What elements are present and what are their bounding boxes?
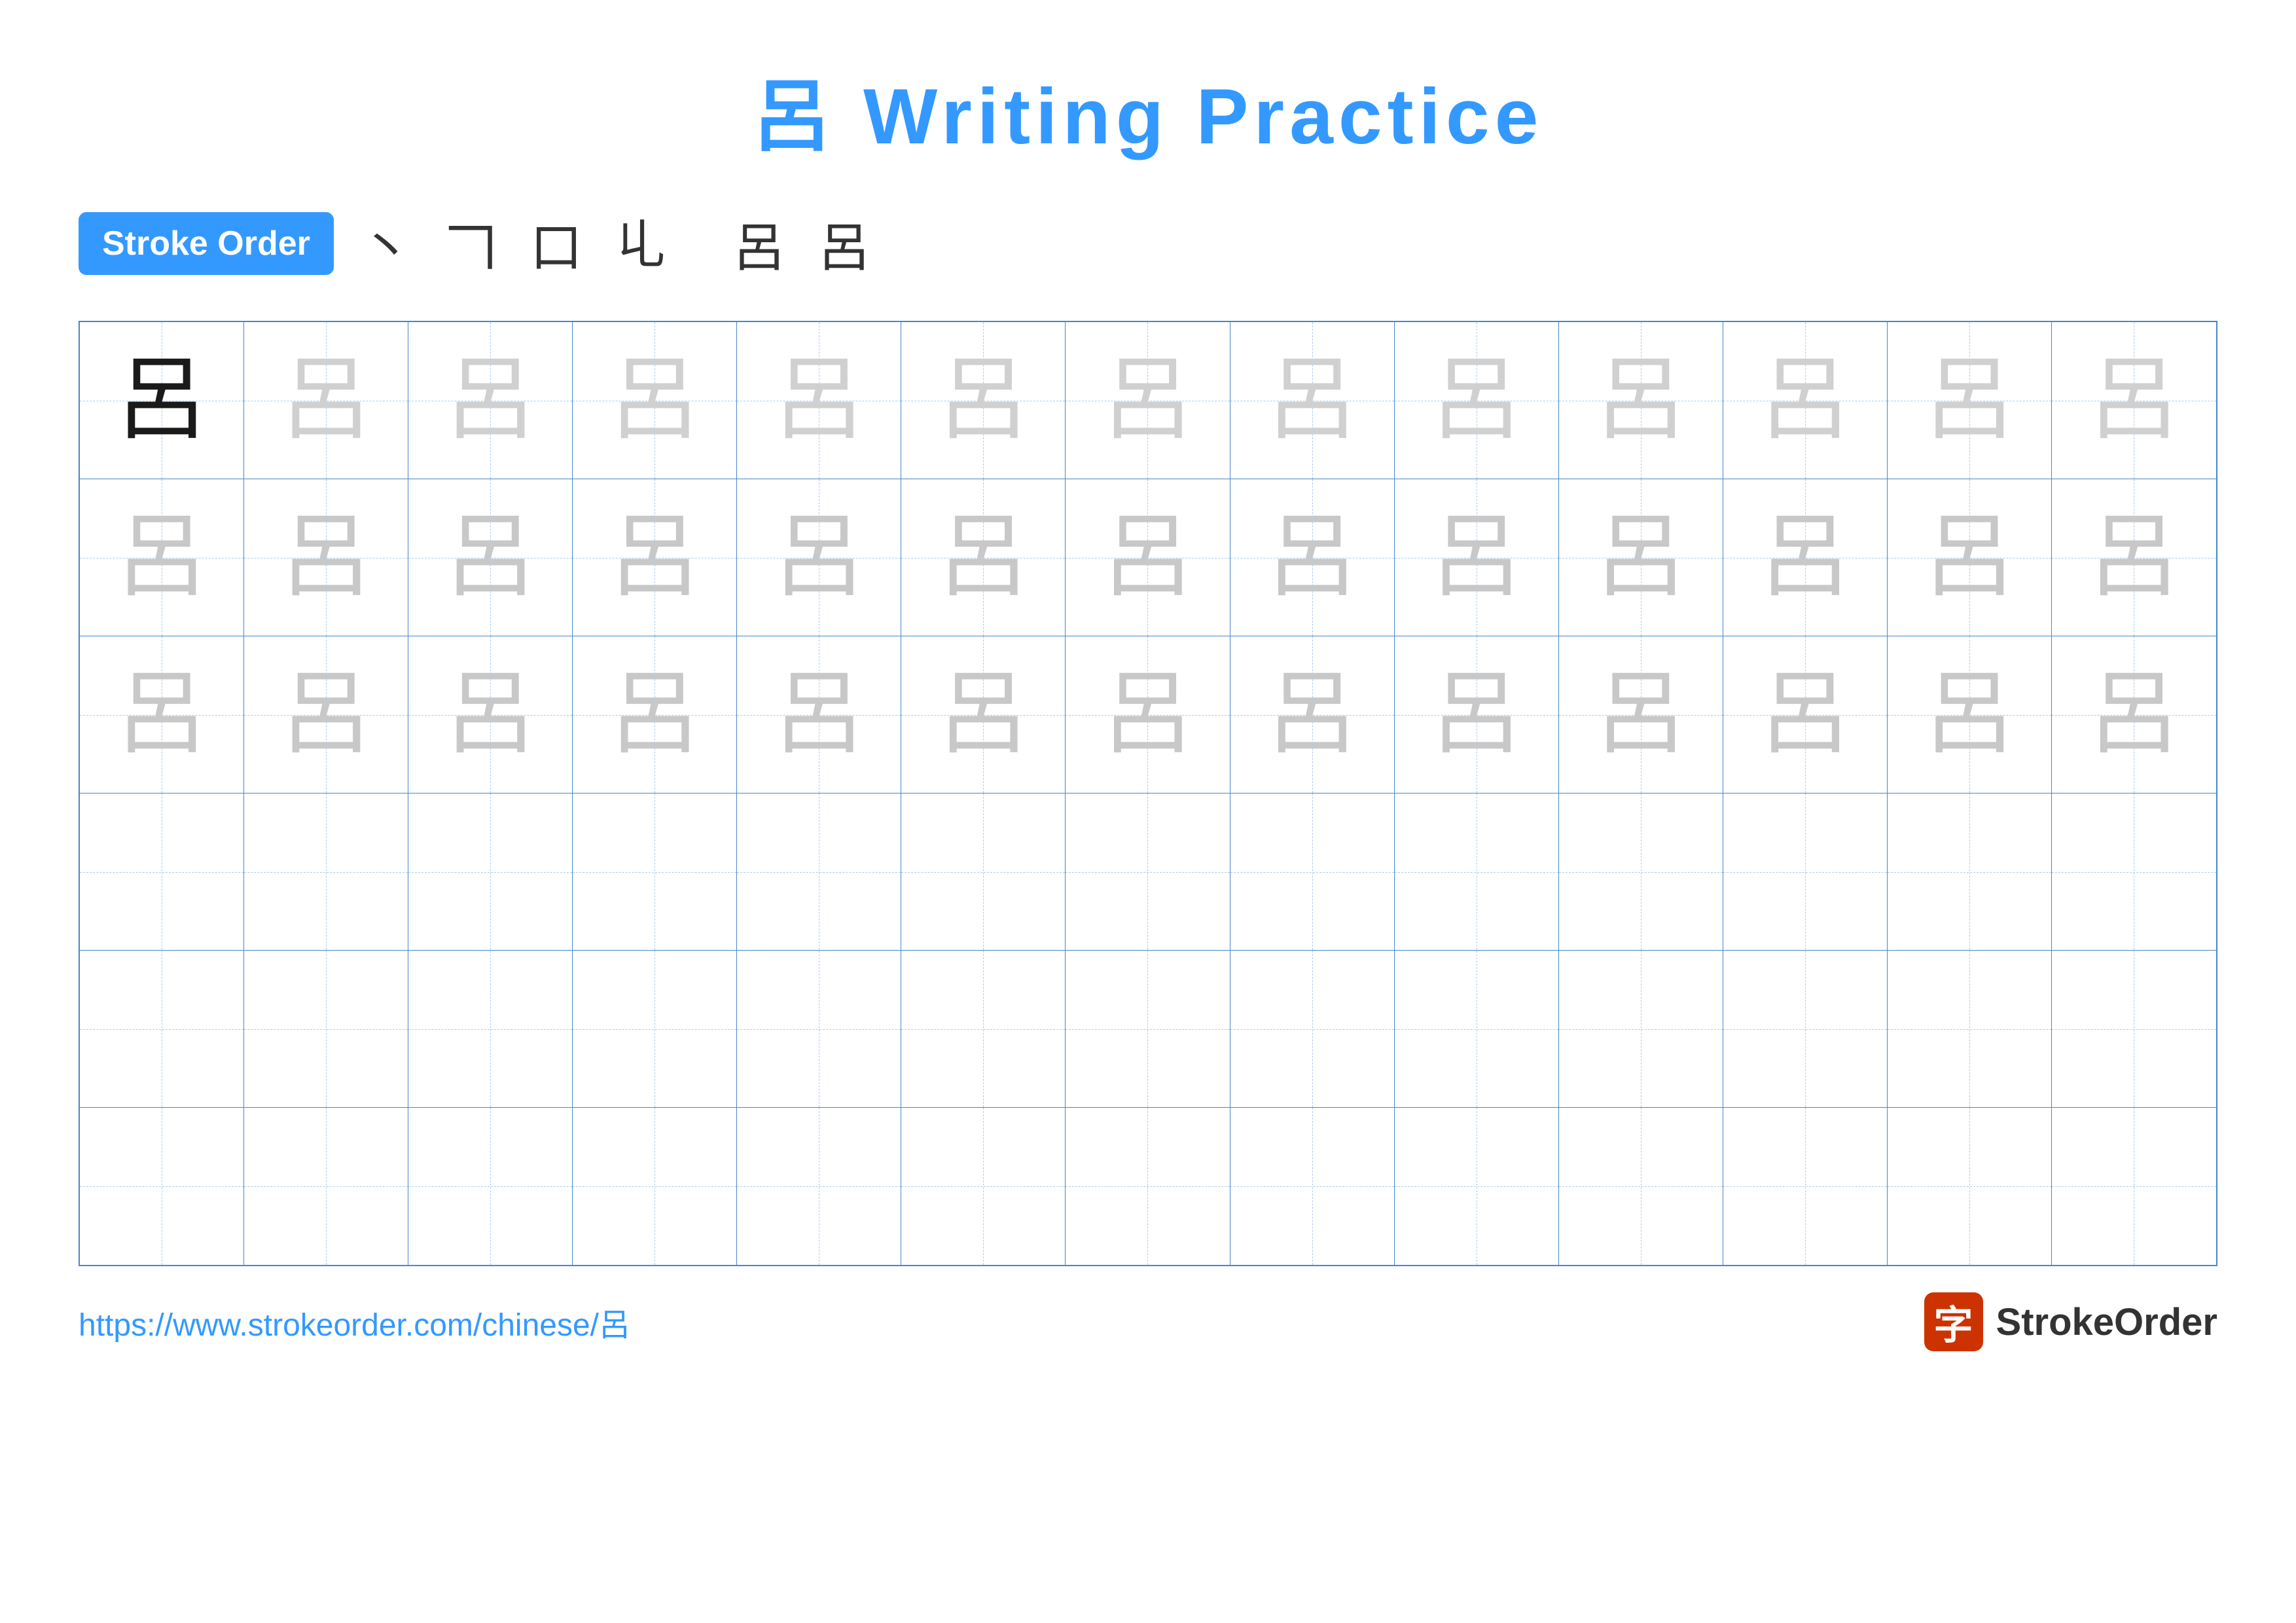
cell-r2-c8[interactable]: 呂 xyxy=(1230,479,1395,636)
cell-r2-c10[interactable]: 呂 xyxy=(1559,479,1723,636)
cell-r3-c4[interactable]: 呂 xyxy=(573,636,737,793)
cell-r6-c13[interactable] xyxy=(2052,1108,2216,1265)
cell-r6-c7[interactable] xyxy=(1066,1108,1230,1265)
cell-r3-c6[interactable]: 呂 xyxy=(901,636,1066,793)
cell-r5-c10[interactable] xyxy=(1559,951,1723,1108)
cell-r3-c3[interactable]: 呂 xyxy=(408,636,573,793)
cell-r4-c13[interactable] xyxy=(2052,793,2216,951)
cell-r4-c1[interactable] xyxy=(80,793,244,951)
cell-r4-c7[interactable] xyxy=(1066,793,1230,951)
cell-r4-c12[interactable] xyxy=(1888,793,2052,951)
cell-r4-c6[interactable] xyxy=(901,793,1066,951)
cell-r5-c4[interactable] xyxy=(573,951,737,1108)
cell-r6-c9[interactable] xyxy=(1395,1108,1559,1265)
cell-r5-c2[interactable] xyxy=(244,951,408,1108)
cell-r2-c3[interactable]: 呂 xyxy=(408,479,573,636)
cell-r4-c5[interactable] xyxy=(737,793,901,951)
cell-r5-c7[interactable] xyxy=(1066,951,1230,1108)
cell-r1-c13[interactable]: 呂 xyxy=(2052,322,2216,479)
brand-name: StrokeOrder xyxy=(1996,1300,2217,1344)
stroke-step-6: 呂 xyxy=(733,206,785,282)
cell-r4-c4[interactable] xyxy=(573,793,737,951)
stroke-order-badge: Stroke Order xyxy=(79,212,334,275)
stroke-step-3: 口 xyxy=(530,206,583,282)
cell-r3-c7[interactable]: 呂 xyxy=(1066,636,1230,793)
cell-r4-c9[interactable] xyxy=(1395,793,1559,951)
cell-r5-c1[interactable] xyxy=(80,951,244,1108)
cell-r1-c5[interactable]: 呂 xyxy=(737,322,901,479)
cell-r3-c12[interactable]: 呂 xyxy=(1888,636,2052,793)
cell-r3-c9[interactable]: 呂 xyxy=(1395,636,1559,793)
stroke-steps: 丶 𠃍 口 𠃏 𠃎 呂 呂 xyxy=(360,206,870,282)
stroke-order-area: Stroke Order 丶 𠃍 口 𠃏 𠃎 呂 呂 xyxy=(79,206,2217,282)
stroke-step-1: 丶 xyxy=(360,206,412,282)
practice-grid: 呂 呂 呂 呂 呂 呂 呂 呂 呂 呂 呂 呂 呂 呂 呂 呂 呂 呂 呂 呂 … xyxy=(79,321,2217,1266)
cell-r6-c10[interactable] xyxy=(1559,1108,1723,1265)
cell-r1-c10[interactable]: 呂 xyxy=(1559,322,1723,479)
cell-r6-c3[interactable] xyxy=(408,1108,573,1265)
cell-r6-c8[interactable] xyxy=(1230,1108,1395,1265)
cell-r3-c8[interactable]: 呂 xyxy=(1230,636,1395,793)
cell-r5-c11[interactable] xyxy=(1723,951,1888,1108)
cell-r5-c3[interactable] xyxy=(408,951,573,1108)
cell-r1-c7[interactable]: 呂 xyxy=(1066,322,1230,479)
cell-r2-c9[interactable]: 呂 xyxy=(1395,479,1559,636)
cell-r6-c5[interactable] xyxy=(737,1108,901,1265)
cell-r2-c4[interactable]: 呂 xyxy=(573,479,737,636)
cell-r5-c12[interactable] xyxy=(1888,951,2052,1108)
cell-r1-c9[interactable]: 呂 xyxy=(1395,322,1559,479)
cell-r6-c1[interactable] xyxy=(80,1108,244,1265)
cell-r1-c11[interactable]: 呂 xyxy=(1723,322,1888,479)
stroke-step-7: 呂 xyxy=(818,206,870,282)
cell-r5-c6[interactable] xyxy=(901,951,1066,1108)
cell-r2-c2[interactable]: 呂 xyxy=(244,479,408,636)
cell-r2-c1[interactable]: 呂 xyxy=(80,479,244,636)
cell-r5-c13[interactable] xyxy=(2052,951,2216,1108)
cell-r5-c9[interactable] xyxy=(1395,951,1559,1108)
cell-r2-c12[interactable]: 呂 xyxy=(1888,479,2052,636)
title-area: 呂 Writing Practice xyxy=(79,52,2217,166)
footer: https://www.strokeorder.com/chinese/呂 字 … xyxy=(79,1266,2217,1351)
cell-r4-c8[interactable] xyxy=(1230,793,1395,951)
footer-link[interactable]: https://www.strokeorder.com/chinese/呂 xyxy=(79,1299,630,1345)
stroke-step-2: 𠃍 xyxy=(445,206,497,282)
cell-r1-c3[interactable]: 呂 xyxy=(408,322,573,479)
cell-r4-c3[interactable] xyxy=(408,793,573,951)
cell-r6-c4[interactable] xyxy=(573,1108,737,1265)
cell-r2-c13[interactable]: 呂 xyxy=(2052,479,2216,636)
cell-r1-c4[interactable]: 呂 xyxy=(573,322,737,479)
cell-r2-c5[interactable]: 呂 xyxy=(737,479,901,636)
cell-r1-c12[interactable]: 呂 xyxy=(1888,322,2052,479)
cell-r2-c11[interactable]: 呂 xyxy=(1723,479,1888,636)
cell-r3-c2[interactable]: 呂 xyxy=(244,636,408,793)
cell-r2-c6[interactable]: 呂 xyxy=(901,479,1066,636)
char-dark: 呂 xyxy=(116,355,207,447)
cell-r1-c1[interactable]: 呂 xyxy=(80,322,244,479)
cell-r6-c2[interactable] xyxy=(244,1108,408,1265)
cell-r5-c5[interactable] xyxy=(737,951,901,1108)
cell-r6-c6[interactable] xyxy=(901,1108,1066,1265)
cell-r3-c10[interactable]: 呂 xyxy=(1559,636,1723,793)
cell-r4-c11[interactable] xyxy=(1723,793,1888,951)
cell-r2-c7[interactable]: 呂 xyxy=(1066,479,1230,636)
cell-r6-c11[interactable] xyxy=(1723,1108,1888,1265)
cell-r1-c8[interactable]: 呂 xyxy=(1230,322,1395,479)
cell-r1-c6[interactable]: 呂 xyxy=(901,322,1066,479)
page-title: 呂 Writing Practice xyxy=(753,73,1544,160)
stroke-step-4: 𠃏 xyxy=(615,211,668,276)
brand-logo: 字 StrokeOrder xyxy=(1924,1292,2217,1351)
cell-r4-c10[interactable] xyxy=(1559,793,1723,951)
brand-icon: 字 xyxy=(1924,1292,1983,1351)
page-container: 呂 Writing Practice Stroke Order 丶 𠃍 口 𠃏 … xyxy=(0,0,2296,1623)
cell-r3-c1[interactable]: 呂 xyxy=(80,636,244,793)
cell-r3-c5[interactable]: 呂 xyxy=(737,636,901,793)
cell-r1-c2[interactable]: 呂 xyxy=(244,322,408,479)
cell-r6-c12[interactable] xyxy=(1888,1108,2052,1265)
cell-r3-c13[interactable]: 呂 xyxy=(2052,636,2216,793)
cell-r5-c8[interactable] xyxy=(1230,951,1395,1108)
cell-r3-c11[interactable]: 呂 xyxy=(1723,636,1888,793)
cell-r4-c2[interactable] xyxy=(244,793,408,951)
